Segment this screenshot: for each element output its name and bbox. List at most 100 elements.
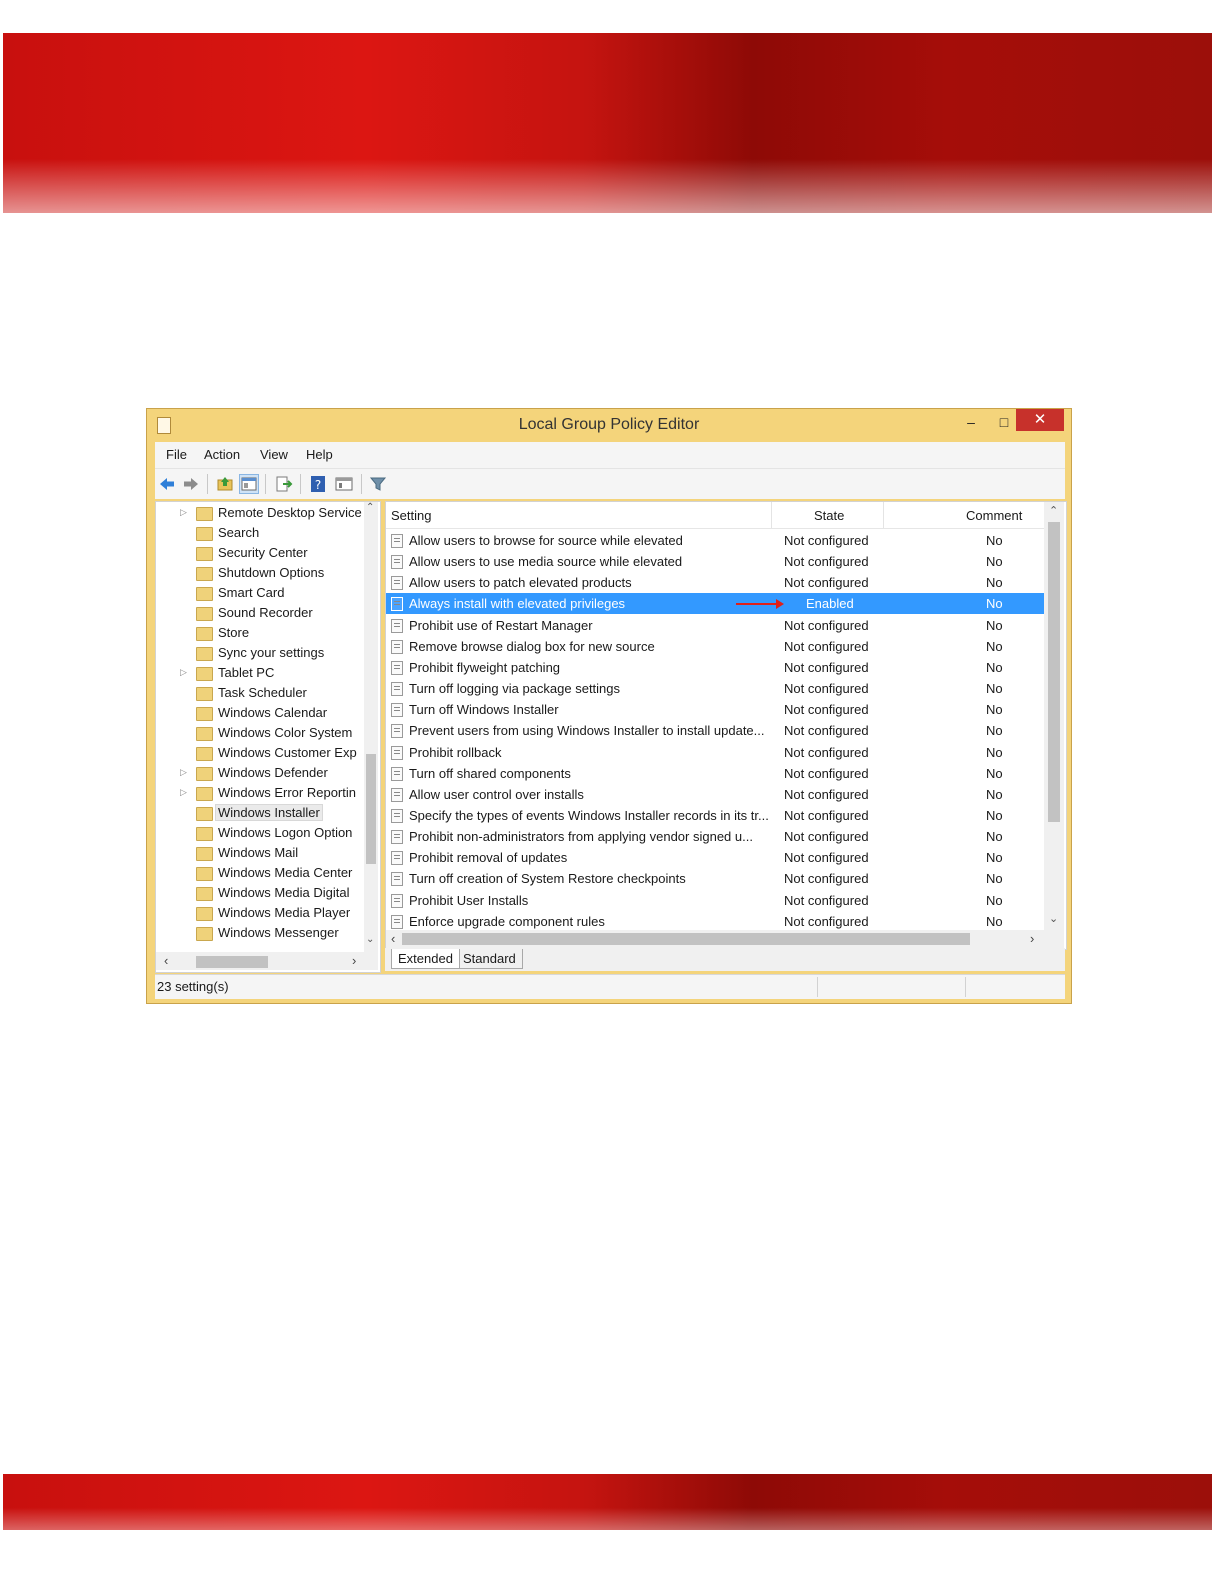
folder-icon	[196, 807, 213, 821]
title-bar: Local Group Policy Editor ‒ □ ✕	[147, 409, 1071, 441]
setting-name: Prohibit flyweight patching	[409, 659, 561, 675]
tab-extended[interactable]: Extended	[391, 949, 460, 969]
column-divider[interactable]	[771, 502, 772, 528]
chevron-up-icon[interactable]: ⌃	[1049, 504, 1058, 517]
table-row[interactable]: Prohibit non-administrators from applyin…	[386, 826, 1044, 847]
scroll-thumb[interactable]	[366, 754, 376, 864]
chevron-up-icon[interactable]: ⌃	[366, 502, 374, 513]
column-header-comment[interactable]: Comment	[966, 508, 1022, 523]
menu-action[interactable]: Action	[204, 447, 240, 462]
setting-name: Allow user control over installs	[409, 786, 584, 802]
scroll-thumb[interactable]	[1048, 522, 1060, 822]
tree-item[interactable]: Windows Media Player	[156, 903, 356, 923]
chevron-down-icon[interactable]: ⌄	[366, 934, 374, 945]
maximize-button[interactable]: □	[990, 411, 1018, 433]
table-row[interactable]: Prohibit use of Restart Manager Not confi…	[386, 615, 1044, 636]
filter-icon[interactable]	[369, 475, 387, 493]
table-row[interactable]: Prohibit flyweight patching Not configure…	[386, 657, 1044, 678]
tree-horizontal-scrollbar[interactable]: ‹ ›	[156, 952, 378, 970]
tree-item[interactable]: ▷ Tablet PC	[156, 663, 356, 683]
folder-icon	[196, 887, 213, 901]
setting-comment: No	[986, 702, 1003, 718]
tree-item[interactable]: Sync your settings	[156, 643, 356, 663]
tree-item-label: Task Scheduler	[218, 685, 307, 700]
table-row[interactable]: Remove browse dialog box for new source N…	[386, 636, 1044, 657]
tree-item[interactable]: Windows Calendar	[156, 703, 356, 723]
tree-vertical-scrollbar[interactable]: ⌃ ⌄	[364, 502, 378, 952]
minimize-button[interactable]: ‒	[957, 411, 985, 433]
table-row[interactable]: Turn off creation of System Restore chec…	[386, 868, 1044, 889]
show-hide-tree-icon[interactable]	[239, 474, 259, 494]
menu-view[interactable]: View	[260, 447, 288, 462]
tree-item[interactable]: Security Center	[156, 543, 356, 563]
table-row[interactable]: Turn off logging via package settings Not…	[386, 678, 1044, 699]
setting-state: Not configured	[784, 617, 869, 633]
chevron-left-icon[interactable]: ‹	[164, 953, 168, 968]
tree-item[interactable]: ▷ Remote Desktop Service	[156, 503, 362, 523]
table-row[interactable]: Prevent users from using Windows Install…	[386, 720, 1044, 741]
tree-item[interactable]: Windows Color System	[156, 723, 356, 743]
tree-item[interactable]: Windows Mail	[156, 843, 356, 863]
tree-item[interactable]: Windows Installer	[156, 803, 356, 823]
list-vertical-scrollbar[interactable]: ⌃ ⌄	[1044, 502, 1064, 930]
table-row[interactable]: Turn off Windows Installer Not configured…	[386, 699, 1044, 720]
table-row[interactable]: Prohibit removal of updates Not configure…	[386, 847, 1044, 868]
column-divider[interactable]	[883, 502, 884, 528]
expand-arrow-icon[interactable]: ▷	[180, 767, 187, 778]
table-row[interactable]: Allow user control over installs Not conf…	[386, 784, 1044, 805]
table-row[interactable]: Turn off shared components Not configured…	[386, 763, 1044, 784]
table-row[interactable]: Allow users to use media source while el…	[386, 551, 1044, 572]
tab-standard[interactable]: Standard	[457, 949, 523, 969]
chevron-right-icon[interactable]: ›	[352, 953, 356, 968]
tree-item[interactable]: Windows Media Center	[156, 863, 356, 883]
tree-item[interactable]: Shutdown Options	[156, 563, 356, 583]
expand-arrow-icon[interactable]: ▷	[180, 507, 187, 518]
policy-setting-icon	[391, 682, 403, 697]
tree-item[interactable]: Store	[156, 623, 356, 643]
table-row[interactable]: Allow users to patch elevated products No…	[386, 572, 1044, 593]
table-row[interactable]: Allow users to browse for source while e…	[386, 530, 1044, 551]
setting-state: Enabled	[806, 596, 854, 612]
expand-arrow-icon[interactable]: ▷	[180, 667, 187, 678]
table-row[interactable]: Specify the types of events Windows Inst…	[386, 805, 1044, 826]
table-row[interactable]: Enforce upgrade component rules Not confi…	[386, 911, 1044, 932]
column-header-setting[interactable]: Setting	[391, 508, 431, 523]
tree-item[interactable]: ▷ Windows Defender	[156, 763, 356, 783]
export-list-icon[interactable]	[275, 475, 293, 493]
tree-item-label: Windows Media Center	[218, 865, 353, 880]
chevron-left-icon[interactable]: ‹	[391, 931, 395, 946]
back-arrow-icon[interactable]	[158, 475, 176, 493]
tree-item-label: Windows Customer Exp	[218, 745, 357, 760]
tree-item[interactable]: ▷ Windows Error Reportin	[156, 783, 356, 803]
list-horizontal-scrollbar[interactable]: ‹ ›	[386, 930, 1064, 948]
setting-name: Prohibit use of Restart Manager	[409, 617, 593, 633]
forward-arrow-icon[interactable]	[182, 475, 200, 493]
tree-item-label: Tablet PC	[218, 665, 275, 680]
column-header-state[interactable]: State	[814, 508, 844, 523]
tree-item[interactable]: Windows Messenger	[156, 923, 356, 943]
tree-item[interactable]: Windows Media Digital	[156, 883, 356, 903]
tree-item[interactable]: Windows Logon Option	[156, 823, 356, 843]
scroll-thumb[interactable]	[402, 933, 970, 945]
tree-item[interactable]: Smart Card	[156, 583, 356, 603]
table-row[interactable]: Prohibit rollback Not configured No	[386, 742, 1044, 763]
tree-item[interactable]: Sound Recorder	[156, 603, 356, 623]
tree-item[interactable]: Task Scheduler	[156, 683, 356, 703]
up-folder-icon[interactable]	[216, 475, 234, 493]
menu-help[interactable]: Help	[306, 447, 333, 462]
tree-item[interactable]: Windows Customer Exp	[156, 743, 357, 763]
group-policy-editor-window: Local Group Policy Editor ‒ □ ✕ File Act…	[146, 408, 1072, 1004]
menu-file[interactable]: File	[166, 447, 187, 462]
chevron-down-icon[interactable]: ⌄	[1049, 912, 1058, 925]
setting-name: Prohibit User Installs	[409, 892, 529, 908]
tree-item-label: Windows Installer	[215, 804, 323, 821]
scroll-thumb[interactable]	[196, 956, 268, 968]
table-row[interactable]: Prohibit User Installs Not configured No	[386, 890, 1044, 911]
tree-item[interactable]: Search	[156, 523, 356, 543]
properties-view-icon[interactable]	[335, 475, 353, 493]
chevron-right-icon[interactable]: ›	[1030, 931, 1034, 946]
expand-arrow-icon[interactable]: ▷	[180, 787, 187, 798]
close-button[interactable]: ✕	[1016, 409, 1064, 431]
help-icon[interactable]: ?	[309, 475, 327, 493]
table-row[interactable]: Always install with elevated privileges E…	[386, 593, 1044, 615]
